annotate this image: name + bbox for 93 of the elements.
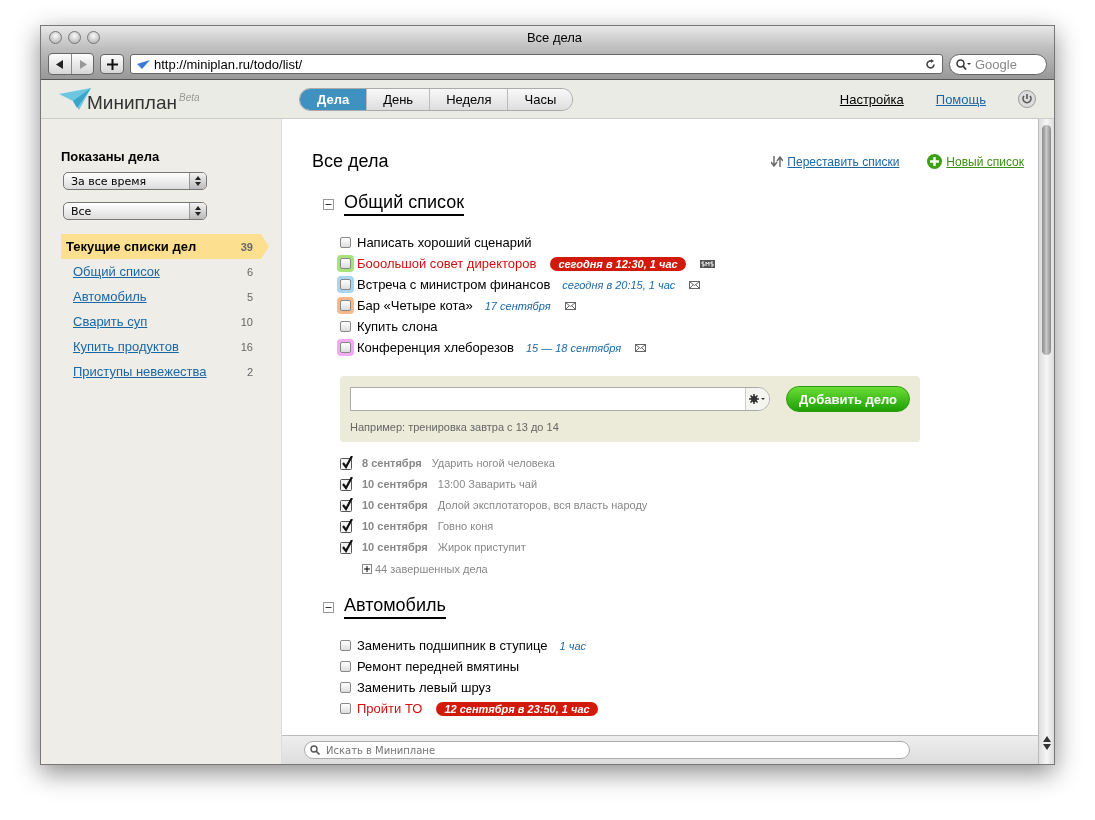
beta-label: Beta: [179, 92, 200, 103]
collapse-icon[interactable]: [323, 198, 334, 210]
envelope-icon: [635, 343, 647, 352]
scroll-down-icon[interactable]: [1042, 744, 1051, 750]
reload-icon[interactable]: [925, 58, 936, 70]
due-date: 15 — 18 сентября: [525, 341, 622, 354]
scroll-thumb[interactable]: [1042, 125, 1051, 355]
sidebar-item[interactable]: Текущие списки дел 39: [61, 234, 269, 259]
swap-arrows-icon: [771, 156, 784, 167]
page-title: Все дела: [312, 151, 389, 172]
expand-icon[interactable]: [362, 564, 372, 574]
done-task-title: Ударить ногой человека: [431, 456, 555, 469]
search-icon: [956, 58, 972, 70]
due-date: 17 сентября: [484, 299, 551, 312]
forward-icon[interactable]: [78, 59, 87, 69]
view-tab[interactable]: День: [366, 88, 430, 110]
scroll-up-icon[interactable]: [1042, 736, 1051, 742]
done-task-title: Долой эксплотаторов, вся власть народу: [437, 498, 648, 511]
task-title[interactable]: Ремонт передней вмятины: [357, 659, 520, 674]
task-title[interactable]: Пройти ТО: [357, 701, 423, 716]
task-title[interactable]: Купить слона: [357, 319, 438, 334]
add-icon: [927, 154, 943, 169]
sidebar-item[interactable]: Автомобиль 5: [61, 284, 261, 309]
list-title: Общий список: [344, 192, 465, 216]
header-link[interactable]: Помощь: [935, 91, 986, 107]
sidebar-item[interactable]: Общий список 6: [61, 259, 261, 284]
close-button[interactable]: [49, 31, 62, 44]
task-checkbox[interactable]: [340, 661, 351, 672]
task-checkbox[interactable]: [340, 455, 354, 470]
zoom-button[interactable]: [87, 31, 100, 44]
due-badge: 12 сентября в 23:50, 1 час: [436, 701, 598, 716]
sidebar-item[interactable]: Приступы невежества 2: [61, 359, 261, 384]
minimize-button[interactable]: [68, 31, 81, 44]
settings-icon[interactable]: [744, 388, 769, 410]
task-title[interactable]: Встреча с министром финансов: [357, 277, 551, 292]
action-link[interactable]: Переставить списки: [787, 154, 900, 169]
task-title[interactable]: Бар «Четыре кота»: [357, 298, 473, 313]
envelope-icon: [564, 301, 576, 310]
action-link[interactable]: Новый список: [946, 154, 1024, 169]
view-tab[interactable]: Неделя: [429, 88, 508, 110]
task-title[interactable]: Бооольшой совет директоров: [357, 256, 537, 271]
done-date: 10 сентября: [362, 540, 428, 553]
header-link[interactable]: Настройка: [839, 91, 904, 107]
done-date: 10 сентября: [362, 477, 428, 490]
done-task-title: Говно коня: [437, 519, 494, 532]
filter-heading: Показаны дела: [61, 149, 161, 164]
window-title: Все дела: [525, 30, 584, 45]
up-down-arrows-icon[interactable]: [195, 176, 201, 186]
plus-icon[interactable]: [106, 58, 118, 70]
list-title: Автомобиль: [344, 595, 446, 619]
task-checkbox[interactable]: [340, 476, 354, 491]
task-title[interactable]: Заменить подшипник в ступице: [357, 638, 548, 653]
up-down-arrows-icon[interactable]: [195, 206, 201, 216]
task-checkbox[interactable]: [340, 497, 354, 512]
task-checkbox[interactable]: [340, 237, 351, 248]
due-date: сегодня в 20:15, 1 час: [562, 278, 676, 291]
paper-plane-icon: [137, 59, 150, 69]
completed-count-link[interactable]: 44 завершенных дела: [375, 563, 488, 575]
sidebar-item[interactable]: Купить продуктов 16: [61, 334, 261, 359]
task-title[interactable]: Написать хороший сценарий: [357, 235, 532, 250]
sms-icon: [699, 259, 715, 268]
back-icon[interactable]: [56, 59, 64, 69]
done-date: 10 сентября: [362, 519, 428, 532]
task-title[interactable]: Конференция хлеборезов: [357, 340, 514, 355]
done-task-title: Жирок приступит: [437, 540, 526, 553]
search-field[interactable]: Искать в Миниплане: [304, 741, 910, 759]
address-field[interactable]: http://miniplan.ru/todo/list/: [130, 54, 943, 74]
logo-text: Миниплан: [87, 92, 177, 114]
filter-dropdown[interactable]: Все: [63, 202, 207, 220]
search-field[interactable]: Google: [949, 53, 1047, 75]
collapse-icon[interactable]: [323, 601, 334, 613]
task-checkbox[interactable]: [340, 518, 354, 533]
due-date: 1 час: [559, 639, 587, 652]
task-checkbox[interactable]: [340, 321, 351, 332]
done-task-title: 13:00 Заварить чай: [437, 477, 538, 490]
view-tab[interactable]: Часы: [507, 88, 573, 110]
scrollbar[interactable]: [1038, 119, 1054, 764]
filter-dropdown[interactable]: За все время: [63, 172, 207, 190]
done-date: 10 сентября: [362, 498, 428, 511]
task-checkbox[interactable]: [340, 703, 351, 714]
task-checkbox[interactable]: [340, 640, 351, 651]
input-hint: Например: тренировка завтра с 13 до 14: [350, 421, 560, 433]
envelope-icon: [689, 280, 701, 289]
add-bookmark-button[interactable]: [100, 54, 124, 74]
task-checkbox[interactable]: [340, 539, 354, 554]
due-badge: сегодня в 12:30, 1 час: [550, 256, 686, 271]
search-icon: [310, 745, 320, 755]
task-input-field[interactable]: [350, 387, 770, 411]
task-title[interactable]: Заменить левый шруз: [357, 680, 491, 695]
task-checkbox[interactable]: [340, 682, 351, 693]
done-date: 8 сентября: [362, 456, 422, 469]
sidebar-item[interactable]: Сварить суп 10: [61, 309, 261, 334]
power-icon[interactable]: [1018, 90, 1036, 108]
